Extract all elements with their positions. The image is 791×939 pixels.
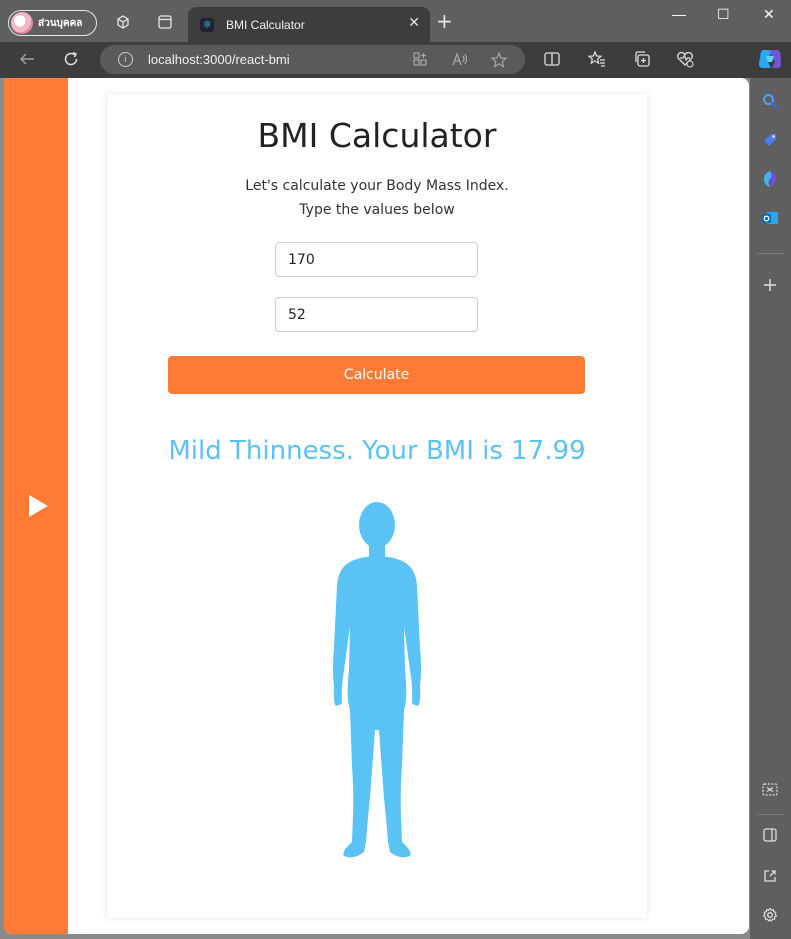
workspaces-icon[interactable]	[113, 12, 133, 32]
react-favicon-icon: ⚛	[200, 17, 214, 32]
calculate-button[interactable]: Calculate	[168, 356, 585, 394]
profile-label: ส่วนบุคคล	[38, 17, 83, 29]
tab-title: BMI Calculator	[226, 17, 305, 32]
app-available-icon[interactable]	[412, 51, 428, 71]
favorites-icon[interactable]	[587, 50, 606, 72]
profile-button[interactable]: ส่วนบุคคล	[8, 10, 97, 36]
info-icon[interactable]: i	[118, 52, 133, 67]
refresh-icon[interactable]	[62, 50, 80, 72]
height-input[interactable]	[275, 242, 478, 277]
settings-gear-icon[interactable]	[761, 906, 779, 924]
tab-actions-icon[interactable]	[155, 12, 175, 32]
split-screen-icon[interactable]	[543, 50, 561, 72]
collections-icon[interactable]	[633, 50, 651, 72]
read-aloud-icon[interactable]	[451, 51, 469, 71]
shopping-tag-icon[interactable]	[761, 131, 779, 149]
app-sidebar	[4, 78, 68, 934]
outlook-icon[interactable]	[761, 209, 779, 227]
subtitle-line-2: Type the values below	[299, 202, 455, 218]
browser-toolbar: i localhost:3000/react-bmi	[0, 42, 791, 78]
add-icon[interactable]	[761, 276, 779, 294]
search-icon[interactable]	[761, 92, 779, 110]
subtitle-line-1: Let's calculate your Body Mass Index.	[245, 178, 509, 194]
play-icon[interactable]	[29, 495, 48, 517]
close-window-button[interactable]: ✕	[763, 6, 775, 23]
maximize-button[interactable]: ☐	[717, 6, 730, 23]
bmi-result: Mild Thinness. Your BMI is 17.99	[168, 436, 586, 466]
rail-divider	[757, 253, 784, 254]
human-figure-icon	[333, 502, 421, 858]
minimize-button[interactable]: —	[672, 6, 686, 22]
address-bar[interactable]: i localhost:3000/react-bmi	[100, 45, 525, 74]
favorite-star-icon[interactable]	[490, 51, 508, 73]
title-bar: ส่วนบุคคล ⚛ BMI Calculator ✕ + — ☐ ✕	[0, 0, 791, 42]
edge-sidebar	[750, 78, 791, 939]
page-viewport: BMI Calculator Let's calculate your Body…	[4, 78, 749, 934]
tab-close-icon[interactable]: ✕	[408, 15, 420, 31]
bmi-card: BMI Calculator Let's calculate your Body…	[107, 94, 647, 918]
games-icon[interactable]	[761, 170, 779, 188]
new-tab-button[interactable]: +	[436, 11, 453, 31]
profile-avatar-icon	[11, 12, 33, 34]
copilot-icon[interactable]	[758, 48, 782, 74]
browser-essentials-icon[interactable]	[676, 50, 694, 72]
page-title: BMI Calculator	[257, 116, 497, 155]
active-tab[interactable]: ⚛ BMI Calculator ✕	[188, 7, 430, 42]
open-external-icon[interactable]	[761, 867, 779, 885]
weight-input[interactable]	[275, 297, 478, 332]
back-icon[interactable]	[18, 50, 36, 72]
address-url[interactable]: localhost:3000/react-bmi	[148, 52, 290, 67]
screenshot-icon[interactable]	[761, 781, 779, 799]
rail-divider	[757, 814, 784, 815]
sidebar-toggle-icon[interactable]	[761, 826, 779, 844]
